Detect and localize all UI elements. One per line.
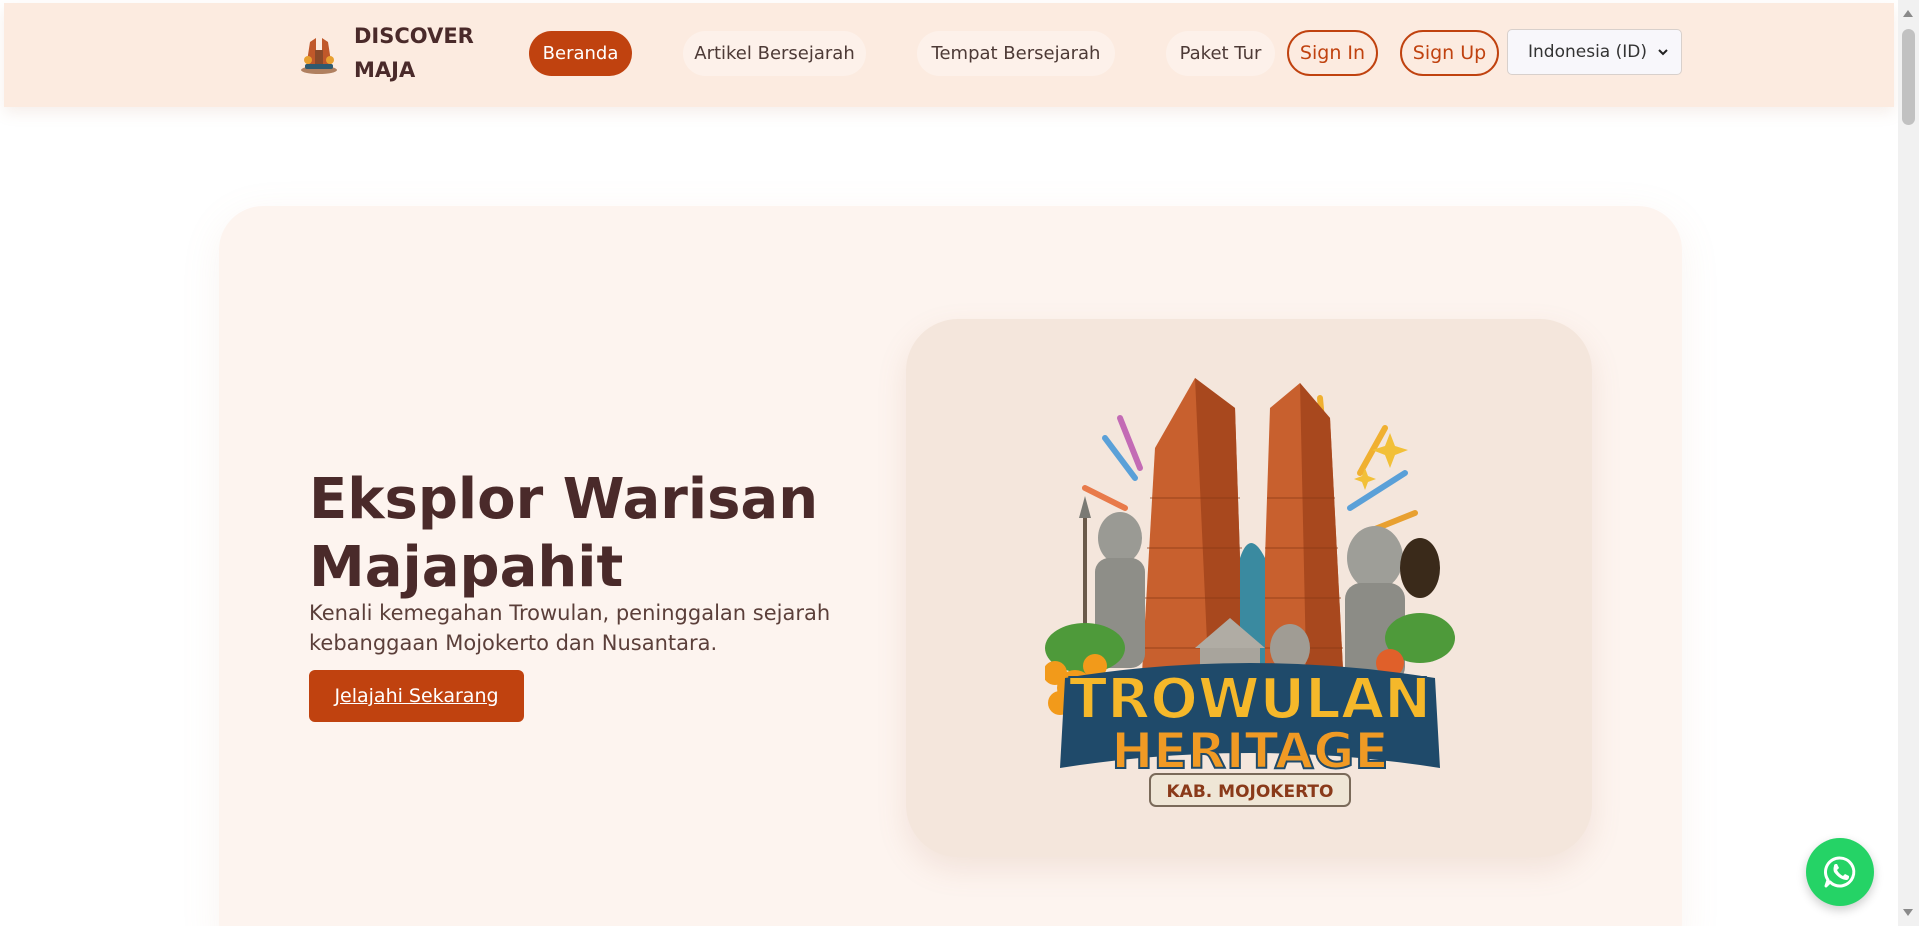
sign-in-button[interactable]: Sign In [1287,30,1378,76]
page-viewport: DISCOVER MAJA Beranda Artikel Bersejarah… [0,0,1898,926]
temple-logo-icon [301,38,337,74]
scroll-thumb[interactable] [1902,29,1915,125]
nav-item-beranda[interactable]: Beranda [529,31,632,76]
sign-up-button[interactable]: Sign Up [1400,30,1499,76]
brand-name: DISCOVER MAJA [354,24,474,82]
explore-now-button[interactable]: Jelajahi Sekarang [309,670,524,722]
chevron-down-icon [1658,49,1668,56]
language-selected: Indonesia (ID) [1528,42,1647,62]
whatsapp-button[interactable] [1806,838,1874,906]
language-select[interactable]: Indonesia (ID) [1507,29,1682,75]
trowulan-heritage-emblem: TROWULAN HERITAGE KAB. MOJOKERTO [1045,378,1455,807]
scroll-down-arrow-icon[interactable] [1903,909,1913,916]
nav-item-artikel-bersejarah[interactable]: Artikel Bersejarah [683,31,866,76]
emblem-badge: KAB. MOJOKERTO [1167,782,1334,802]
nav-item-paket-tur[interactable]: Paket Tur [1166,31,1275,76]
brand[interactable]: DISCOVER MAJA [296,18,474,88]
vertical-scrollbar[interactable] [1898,0,1919,926]
emblem-line2: HERITAGE [1111,722,1388,780]
hero-title: Eksplor Warisan Majapahit [309,467,819,600]
hero-subtitle: Kenali kemegahan Trowulan, peninggalan s… [309,601,831,655]
nav-item-tempat-bersejarah[interactable]: Tempat Bersejarah [917,31,1115,76]
scroll-up-arrow-icon[interactable] [1903,10,1913,17]
whatsapp-icon [1824,856,1856,888]
